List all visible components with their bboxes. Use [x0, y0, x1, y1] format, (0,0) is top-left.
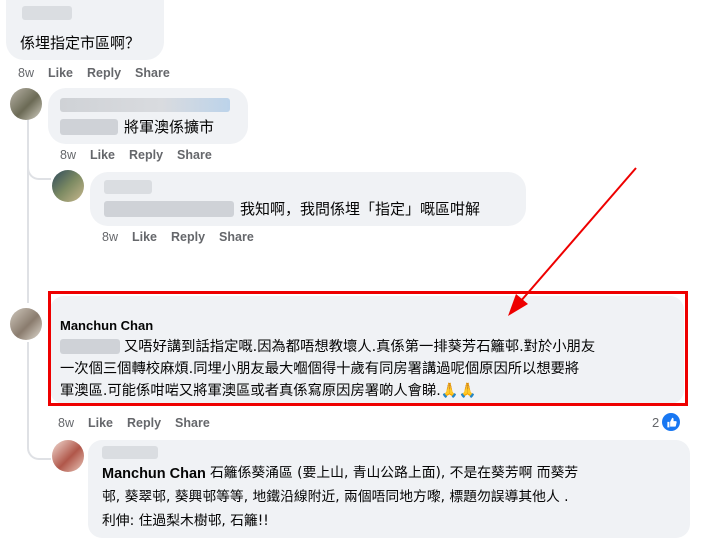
- annotation-arrow-icon: [508, 167, 637, 316]
